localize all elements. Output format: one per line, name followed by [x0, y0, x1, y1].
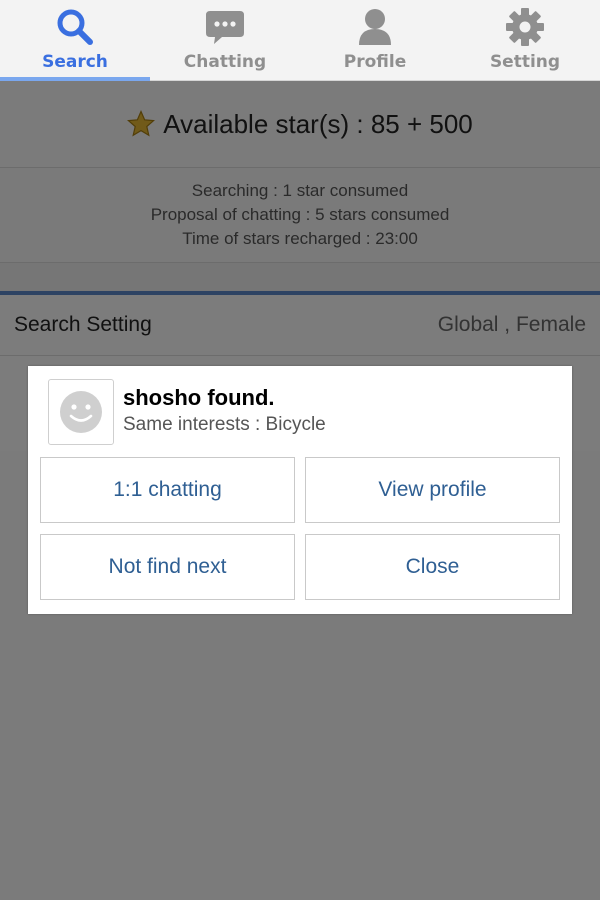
tab-profile[interactable]: Profile	[300, 0, 450, 80]
person-icon	[354, 6, 396, 48]
tab-setting-label: Setting	[489, 52, 561, 72]
found-user-title: shosho found.	[123, 385, 275, 410]
tab-setting[interactable]: Setting	[450, 0, 600, 80]
same-interests-text: Same interests : Bicycle	[123, 414, 326, 435]
tab-chatting[interactable]: Chatting	[150, 0, 300, 80]
tab-profile-label: Profile	[343, 52, 407, 72]
smiley-face-icon	[60, 391, 102, 433]
gear-icon	[504, 6, 546, 48]
one-to-one-chatting-button[interactable]: 1:1 chatting	[40, 457, 295, 523]
tab-bar: Search Chatting Profile Setting	[0, 0, 600, 81]
avatar[interactable]	[48, 379, 114, 445]
chat-bubble-icon	[204, 6, 246, 48]
search-icon	[54, 6, 96, 48]
tab-search-label: Search	[42, 52, 108, 72]
not-find-next-button[interactable]: Not find next	[40, 534, 295, 600]
dialog-header: shosho found. Same interests : Bicycle	[48, 379, 558, 445]
close-button[interactable]: Close	[305, 534, 560, 600]
match-found-dialog: shosho found. Same interests : Bicycle 1…	[28, 366, 572, 614]
tab-search[interactable]: Search	[0, 0, 150, 81]
view-profile-button[interactable]: View profile	[305, 457, 560, 523]
tab-chatting-label: Chatting	[183, 52, 267, 72]
